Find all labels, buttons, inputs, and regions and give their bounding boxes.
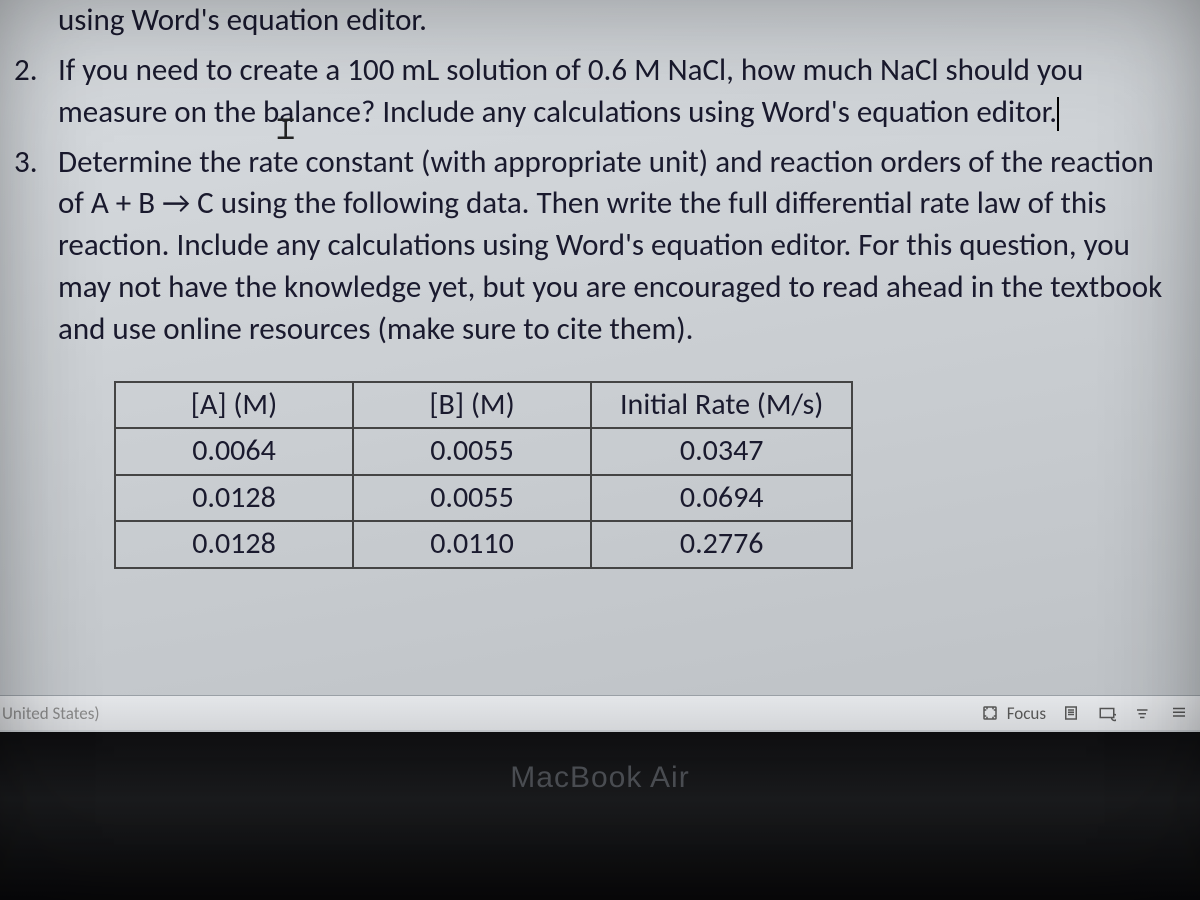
web-layout-view-icon[interactable] (1096, 703, 1118, 723)
text-cursor (1057, 97, 1059, 131)
th-rate[interactable]: Initial Rate (M/s) (591, 382, 852, 429)
list-item-3: 3. Determine the rate constant (with app… (14, 142, 1180, 351)
focus-label: Focus (1007, 703, 1046, 724)
fragment-line: using Word's equation editor. (14, 0, 1180, 42)
status-bar: United States) Focus (0, 695, 1200, 730)
zoom-in-icon[interactable] (1168, 703, 1190, 723)
cell[interactable]: 0.0110 (353, 521, 591, 568)
cell[interactable]: 0.0128 (115, 521, 353, 568)
language-status[interactable]: United States) (0, 703, 100, 724)
laptop-bezel: MacBook Air (0, 732, 1200, 900)
focus-mode-button[interactable]: Focus (979, 703, 1046, 724)
table-row: 0.0064 0.0055 0.0347 (115, 428, 852, 475)
document-body[interactable]: using Word's equation editor. 2. If you … (0, 0, 1200, 569)
th-b[interactable]: [B] (M) (353, 382, 591, 429)
table-row: [A] (M) [B] (M) Initial Rate (M/s) (115, 382, 852, 429)
cell[interactable]: 0.0055 (353, 428, 591, 475)
list-number: 2. (14, 50, 58, 134)
focus-icon (979, 703, 1001, 723)
list-body: Determine the rate constant (with approp… (58, 142, 1180, 351)
cell[interactable]: 0.0064 (115, 428, 353, 475)
macbook-label: MacBook Air (0, 761, 1200, 795)
status-right-group: Focus (979, 703, 1190, 724)
cell[interactable]: 0.0128 (115, 475, 353, 522)
cell[interactable]: 0.0347 (591, 428, 852, 475)
zoom-out-icon[interactable] (1132, 703, 1154, 723)
laptop-screen: using Word's equation editor. 2. If you … (0, 0, 1200, 900)
list-body: If you need to create a 100 mL solution … (58, 50, 1180, 134)
cell[interactable]: 0.0694 (591, 475, 852, 522)
table-row: 0.0128 0.0110 0.2776 (115, 521, 852, 568)
list-number: 3. (14, 142, 58, 351)
list-item-2: 2. If you need to create a 100 mL soluti… (14, 50, 1180, 134)
q2-text-before: If you need to create a 100 mL solution … (58, 51, 1083, 131)
print-layout-view-icon[interactable] (1060, 703, 1082, 723)
cell[interactable]: 0.0055 (353, 475, 591, 522)
th-a[interactable]: [A] (M) (115, 382, 353, 429)
data-table[interactable]: [A] (M) [B] (M) Initial Rate (M/s) 0.006… (114, 381, 853, 569)
cell[interactable]: 0.2776 (591, 521, 852, 568)
table-row: 0.0128 0.0055 0.0694 (115, 475, 852, 522)
